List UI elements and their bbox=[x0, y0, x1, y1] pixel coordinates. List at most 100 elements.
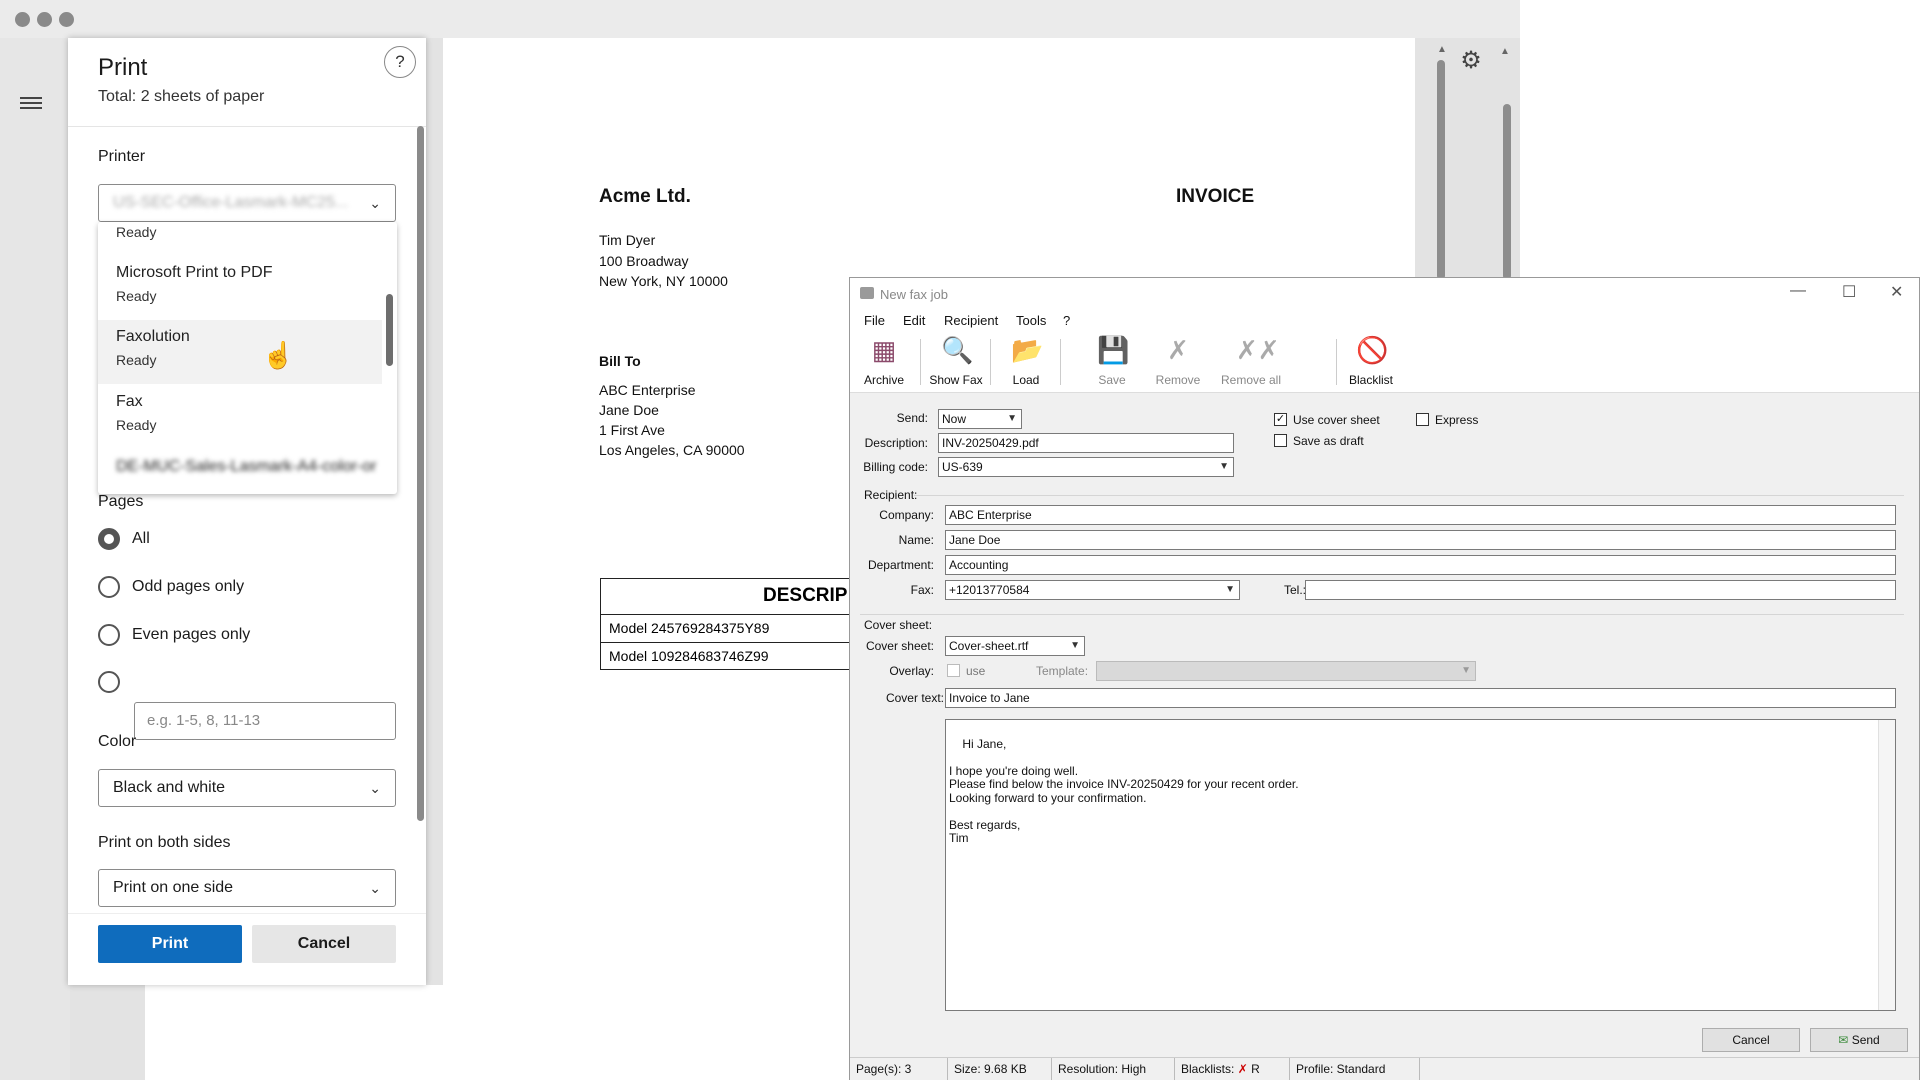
description-input[interactable]: INV-20250429.pdf bbox=[938, 433, 1234, 453]
billing-code-combo[interactable]: US-639 ▼ bbox=[938, 457, 1234, 477]
minimize-icon[interactable]: — bbox=[1790, 282, 1806, 300]
status-pages: Page(s): 3 bbox=[850, 1058, 948, 1080]
load-button[interactable]: 📂 Load bbox=[996, 333, 1056, 391]
menu-tools[interactable]: Tools bbox=[1016, 313, 1046, 328]
cover-sheet-combo[interactable]: Cover-sheet.rtf ▼ bbox=[945, 636, 1085, 656]
toolbar-label: Blacklist bbox=[1348, 373, 1393, 387]
billing-code-label: Billing code: bbox=[863, 460, 928, 474]
dropdown-scrollbar[interactable] bbox=[386, 294, 393, 366]
menu-help[interactable]: ? bbox=[1063, 313, 1070, 328]
color-select[interactable]: Black and white ⌄ bbox=[98, 769, 396, 807]
template-combo[interactable]: ▼ bbox=[1096, 661, 1476, 681]
close-icon[interactable]: ✕ bbox=[1890, 282, 1903, 302]
send-value: Now bbox=[942, 412, 967, 426]
printer-select[interactable]: US-SEC-Office-Lasmark-MC25... ⌄ bbox=[98, 184, 396, 222]
left-rail bbox=[0, 38, 70, 1080]
send-button-label: Send bbox=[1851, 1033, 1880, 1047]
name-input[interactable]: Jane Doe bbox=[945, 530, 1896, 550]
toolbar-label: Load bbox=[1012, 373, 1040, 387]
department-input[interactable]: Accounting bbox=[945, 555, 1896, 575]
printer-option[interactable]: Ready bbox=[98, 222, 382, 256]
printer-name: Fax bbox=[116, 393, 143, 410]
remove-all-icon: ✗✗ bbox=[1236, 335, 1280, 365]
send-combo[interactable]: Now ▼ bbox=[938, 409, 1022, 429]
fax-cancel-button[interactable]: Cancel bbox=[1702, 1028, 1800, 1052]
sender-city: New York, NY 10000 bbox=[599, 273, 728, 289]
pages-odd-radio[interactable] bbox=[98, 576, 120, 598]
menu-recipient[interactable]: Recipient bbox=[944, 313, 998, 328]
use-cover-sheet-checkbox[interactable]: ✓ bbox=[1274, 413, 1287, 426]
overlay-label: Overlay: bbox=[889, 664, 934, 678]
menu-file[interactable]: File bbox=[864, 313, 885, 328]
gear-icon[interactable]: ⚙ bbox=[1458, 48, 1484, 74]
printer-dropdown: Ready Microsoft Print to PDF Ready Faxol… bbox=[98, 222, 397, 494]
sender-name: Tim Dyer bbox=[599, 232, 656, 248]
preview-scrollbar-thumb[interactable] bbox=[1437, 60, 1445, 280]
maximize-window-dot[interactable] bbox=[59, 12, 74, 27]
close-window-dot[interactable] bbox=[15, 12, 30, 27]
chevron-down-icon: ▼ bbox=[1461, 665, 1471, 676]
print-button[interactable]: Print bbox=[98, 925, 242, 963]
fax-number-label: Fax: bbox=[910, 583, 934, 597]
printer-status: Ready bbox=[116, 288, 157, 304]
send-label: Send: bbox=[896, 411, 928, 425]
tel-input[interactable] bbox=[1305, 580, 1896, 600]
message-body[interactable]: Hi Jane, I hope you're doing well. Pleas… bbox=[945, 719, 1896, 1011]
show-fax-button[interactable]: 🔍 Show Fax bbox=[926, 333, 986, 391]
printer-name: Faxolution bbox=[116, 328, 190, 345]
blacklist-icon: 🚫 bbox=[1356, 335, 1389, 365]
company-input[interactable]: ABC Enterprise bbox=[945, 505, 1896, 525]
overlay-use-checkbox[interactable] bbox=[947, 664, 960, 677]
page-range-input[interactable]: e.g. 1-5, 8, 11-13 bbox=[134, 702, 396, 740]
toolbar-label: Remove bbox=[1155, 373, 1201, 387]
archive-button[interactable]: ▦ Archive bbox=[854, 333, 914, 391]
status-resolution: Resolution: High bbox=[1052, 1058, 1175, 1080]
billing-code-value: US-639 bbox=[942, 460, 983, 474]
remove-button[interactable]: ✗ Remove bbox=[1148, 333, 1208, 391]
fax-number-combo[interactable]: +12013770584 ▼ bbox=[945, 580, 1240, 600]
help-icon[interactable]: ? bbox=[384, 46, 416, 78]
outer-scrollbar-thumb[interactable] bbox=[1503, 104, 1511, 280]
pages-even-radio[interactable] bbox=[98, 624, 120, 646]
save-button[interactable]: 💾 Save bbox=[1082, 333, 1142, 391]
express-checkbox[interactable] bbox=[1416, 413, 1429, 426]
printer-option-pdf[interactable]: Microsoft Print to PDF Ready bbox=[98, 256, 382, 320]
duplex-select[interactable]: Print on one side ⌄ bbox=[98, 869, 396, 907]
menu-edit[interactable]: Edit bbox=[903, 313, 925, 328]
printer-option-faxolution[interactable]: Faxolution Ready bbox=[98, 320, 382, 384]
cover-text-label: Cover text: bbox=[885, 691, 944, 705]
outer-scroll-up-icon[interactable]: ▲ bbox=[1500, 46, 1510, 57]
cancel-print-button[interactable]: Cancel bbox=[252, 925, 396, 963]
table-row: Model 109284683746Z99 bbox=[601, 643, 859, 671]
toolbar-separator bbox=[990, 339, 991, 385]
load-icon: 📂 bbox=[1011, 335, 1044, 365]
fax-menubar: File Edit Recipient Tools ? bbox=[850, 309, 1919, 331]
maximize-icon[interactable]: ☐ bbox=[1842, 282, 1856, 302]
status-size: Size: 9.68 KB bbox=[948, 1058, 1052, 1080]
message-scrollbar[interactable] bbox=[1878, 720, 1895, 1010]
blacklist-button[interactable]: 🚫 Blacklist bbox=[1341, 333, 1401, 391]
invoice-heading: INVOICE bbox=[1176, 186, 1255, 207]
outline-list-icon[interactable] bbox=[20, 94, 42, 110]
printer-icon bbox=[860, 287, 874, 299]
print-panel-scrollbar[interactable] bbox=[417, 126, 424, 821]
minimize-window-dot[interactable] bbox=[37, 12, 52, 27]
pages-all-label: All bbox=[132, 530, 150, 547]
cover-text-input[interactable]: Invoice to Jane bbox=[945, 688, 1896, 708]
pages-custom-radio[interactable] bbox=[98, 671, 120, 693]
pages-label: Pages bbox=[98, 493, 144, 510]
cover-sheet-label: Cover sheet: bbox=[865, 639, 934, 653]
printer-option[interactable]: DE-MUC-Sales-Lasmark-A4-color-or bbox=[98, 450, 382, 494]
fax-send-button[interactable]: ✉ Send bbox=[1810, 1028, 1908, 1052]
toolbar-separator bbox=[1336, 339, 1337, 385]
preview-scroll-up-icon[interactable]: ▲ bbox=[1437, 44, 1447, 55]
chevron-down-icon: ⌄ bbox=[369, 880, 381, 896]
company-label: Company: bbox=[879, 508, 934, 522]
duplex-label: Print on both sides bbox=[98, 834, 231, 851]
printer-option-fax[interactable]: Fax Ready bbox=[98, 385, 382, 449]
blacklist-off-icon: ✗ bbox=[1237, 1062, 1248, 1076]
save-as-draft-checkbox[interactable] bbox=[1274, 434, 1287, 447]
table-header: DESCRIP bbox=[601, 579, 859, 615]
pages-all-radio[interactable] bbox=[98, 528, 120, 550]
remove-all-button[interactable]: ✗✗ Remove all bbox=[1216, 333, 1286, 391]
